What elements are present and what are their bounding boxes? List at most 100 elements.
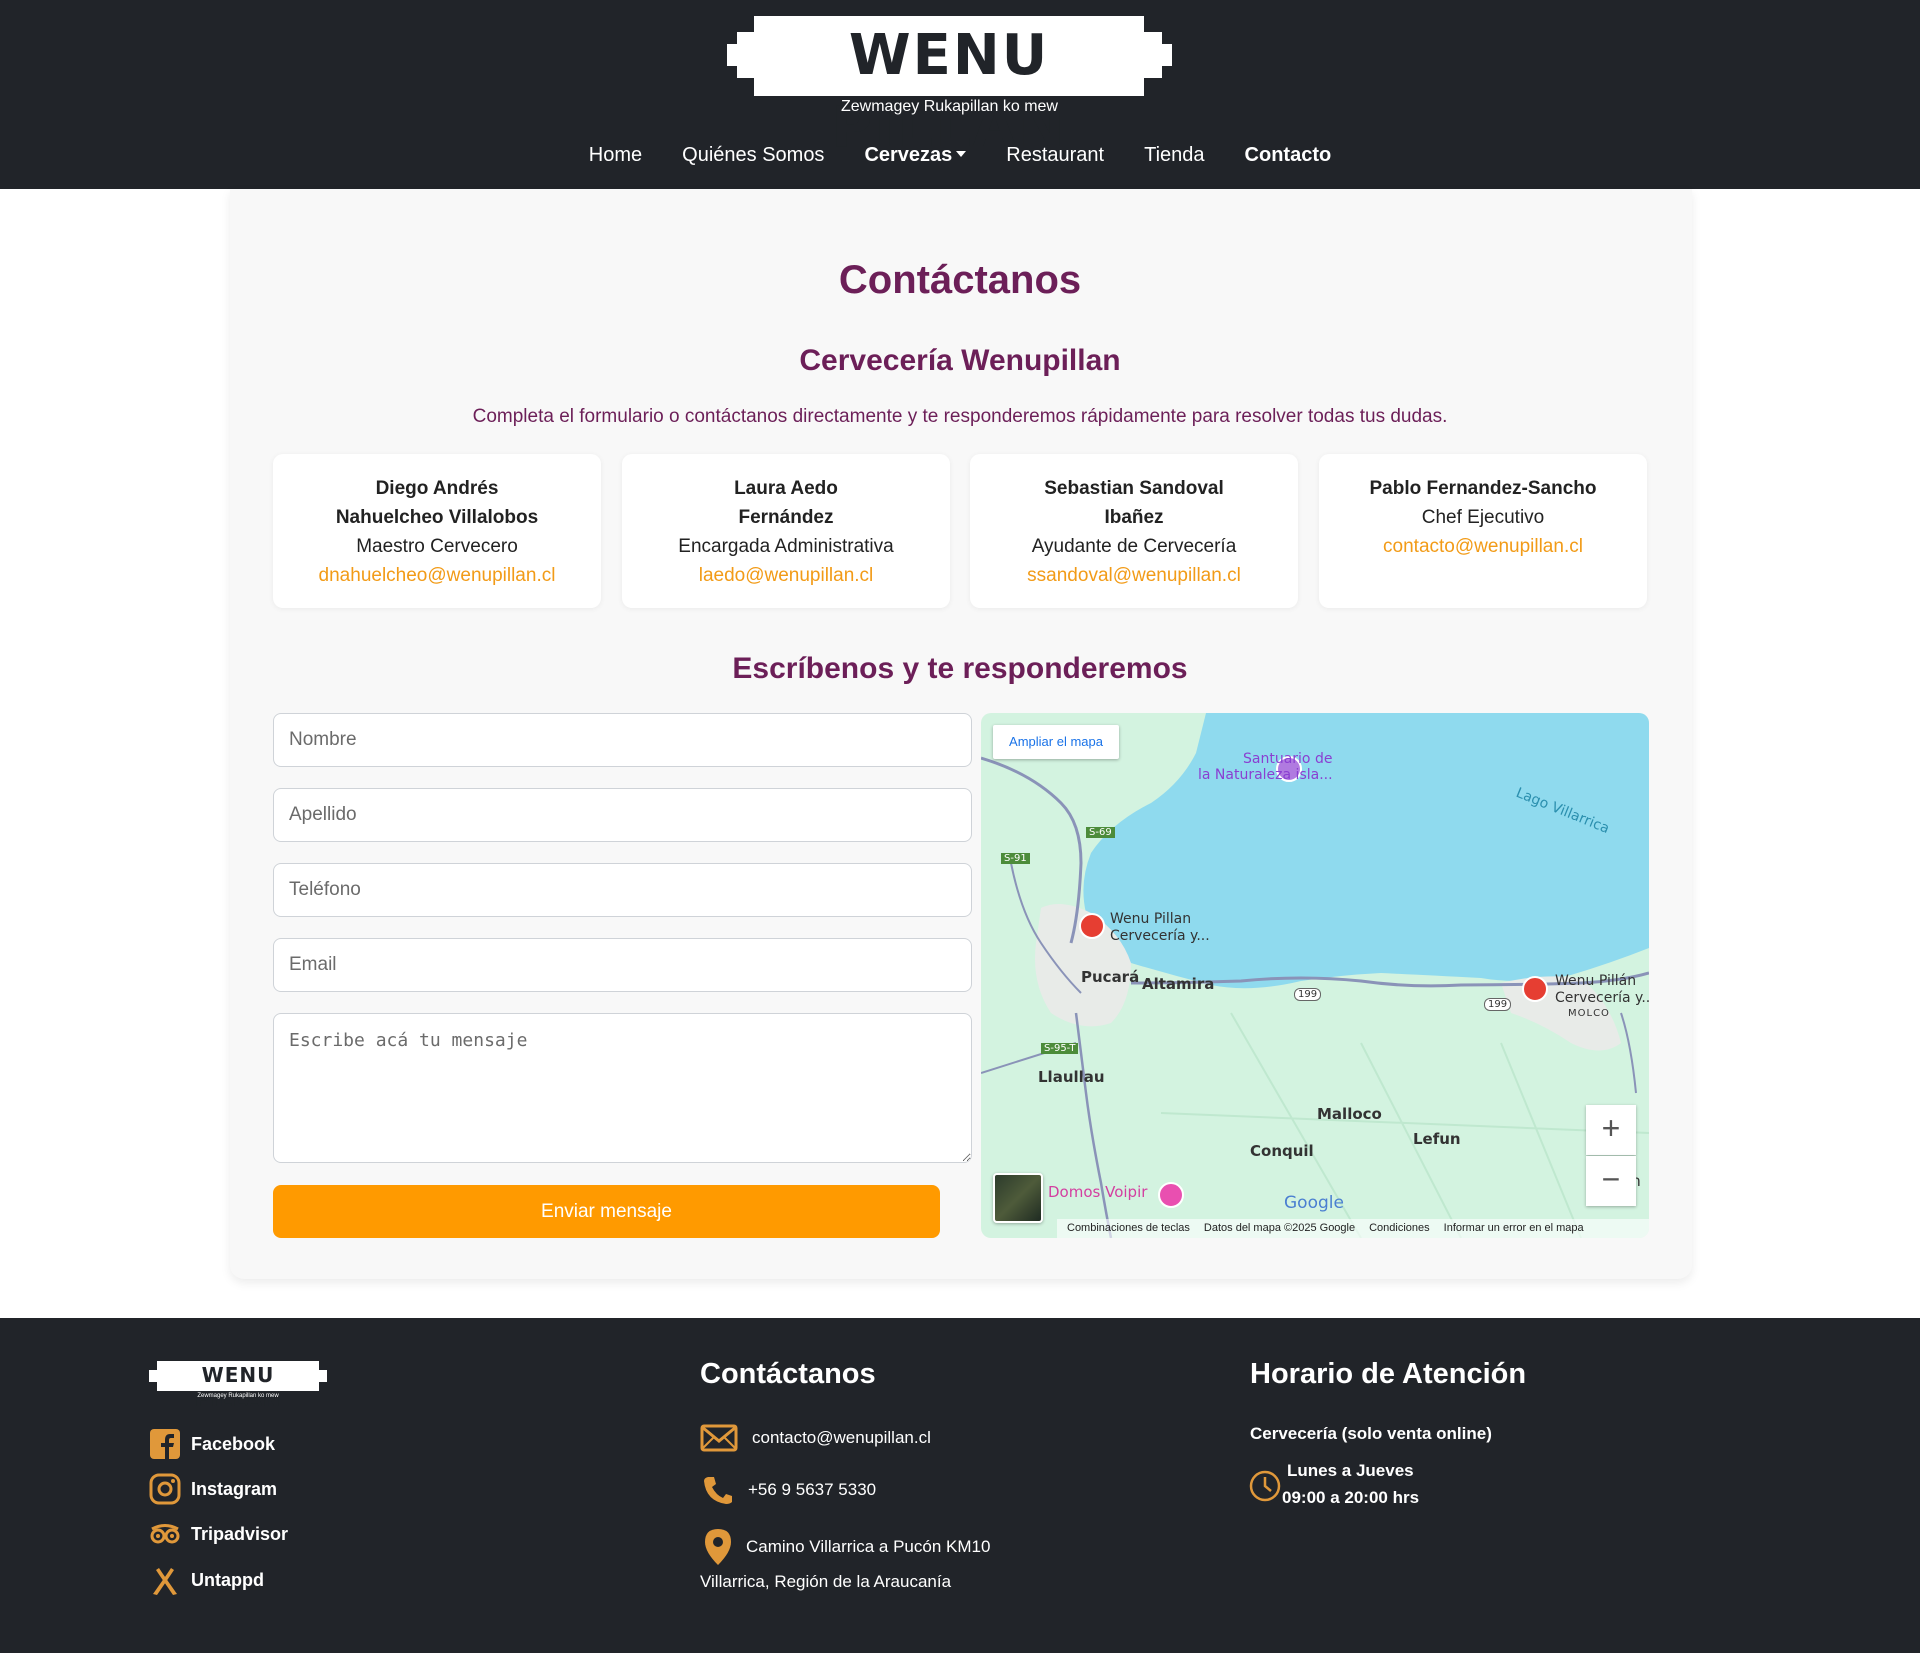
map-label-pucara: Pucará — [1081, 968, 1140, 986]
map-label-llaullau: Llaullau — [1038, 1068, 1105, 1086]
contact-name: Laura Aedo — [734, 478, 838, 499]
map-label-lefun: Lefun — [1413, 1130, 1461, 1148]
social-instagram-label: Instagram — [191, 1478, 278, 1499]
page-subtitle: Cervecería Wenupillan — [799, 344, 1121, 377]
nav-quienes-somos[interactable]: Quiénes Somos — [662, 140, 844, 176]
footer-phone-text: +56 9 5637 5330 — [748, 1480, 877, 1499]
contact-name-2: Ibañez — [1104, 507, 1164, 528]
map-footer-terms[interactable]: Condiciones — [1369, 1219, 1430, 1238]
map-label-conquil: Conquil — [1250, 1142, 1314, 1160]
google-logo: Google — [1284, 1193, 1344, 1213]
road-label: S-69 — [1086, 827, 1115, 838]
apellido-input[interactable] — [273, 788, 972, 842]
footer-email[interactable]: contacto@wenupillan.cl — [700, 1424, 931, 1452]
logo-tagline: Zewmagey Rukapillan ko mew — [841, 98, 1058, 115]
contact-role: Chef Ejecutivo — [1421, 507, 1545, 528]
contact-card: Diego Andrés Nahuelcheo Villalobos Maest… — [273, 454, 601, 608]
route-shield: 199 — [1484, 998, 1512, 1011]
footer-address-line1: Camino Villarrica a Pucón KM10 — [746, 1537, 991, 1556]
main-nav: Home Quiénes Somos Cervezas Restaurant T… — [0, 140, 1920, 176]
social-facebook-label: Facebook — [191, 1433, 276, 1454]
contact-card: Sebastian Sandoval Ibañez Ayudante de Ce… — [970, 454, 1298, 608]
nav-cervezas-label: Cervezas — [864, 144, 953, 166]
social-instagram[interactable]: Instagram — [149, 1473, 277, 1505]
tripadvisor-icon — [150, 1524, 180, 1544]
mensaje-textarea[interactable] — [273, 1013, 972, 1163]
contact-name: Pablo Fernandez-Sancho — [1369, 478, 1597, 499]
social-facebook[interactable]: Facebook — [149, 1428, 275, 1460]
site-footer: WENU PILLAN Zewmagey Rukapillan ko mew F… — [0, 1318, 1920, 1653]
map-label-domos: Domos Voipir — [1048, 1183, 1148, 1201]
map-footer-keys[interactable]: Combinaciones de teclas — [1067, 1219, 1190, 1238]
logo-step-right-2 — [1142, 32, 1162, 78]
site-logo[interactable]: WENU PILLAN Zewmagey Rukapillan ko mew — [727, 14, 1172, 160]
map-label-santuario: Santuario de — [1243, 751, 1333, 767]
bar-pin-icon[interactable] — [1522, 976, 1548, 1002]
map-footer: Combinaciones de teclas Datos del mapa ©… — [1057, 1219, 1649, 1238]
contact-email[interactable]: laedo@wenupillan.cl — [622, 561, 950, 590]
form-title: Escríbenos y te responderemos — [732, 652, 1188, 685]
contact-name: Sebastian Sandoval — [1044, 478, 1224, 499]
map-footer-report[interactable]: Informar un error en el mapa — [1444, 1219, 1584, 1238]
map-label-wenu2: Wenu Pillán — [1555, 973, 1637, 989]
social-untappd[interactable]: Untappd — [149, 1564, 264, 1596]
social-untappd-label: Untappd — [191, 1569, 264, 1590]
nav-tienda[interactable]: Tienda — [1124, 140, 1224, 176]
send-button[interactable]: Enviar mensaje — [273, 1185, 940, 1238]
telefono-input[interactable] — [273, 863, 972, 917]
footer-address: Camino Villarrica a Pucón KM10 — [704, 1528, 990, 1566]
facebook-icon — [150, 1429, 180, 1459]
footer-contact-title: Contáctanos — [700, 1358, 876, 1390]
restaurant-pin-icon[interactable] — [1079, 913, 1105, 939]
caret-down-icon — [956, 151, 967, 158]
route-shield: 199 — [1294, 988, 1322, 1001]
phone-icon — [704, 1477, 732, 1504]
footer-address-line2: Villarrica, Región de la Araucanía — [700, 1572, 952, 1591]
untappd-icon — [153, 1568, 177, 1595]
road-label: S-95-T — [1041, 1043, 1079, 1054]
contact-email[interactable]: dnahuelcheo@wenupillan.cl — [273, 561, 601, 590]
enlarge-map-button[interactable]: Ampliar el mapa — [993, 725, 1119, 759]
contact-name-2: Fernández — [738, 507, 834, 528]
map-label-malloco: Malloco — [1317, 1105, 1382, 1123]
footer-hours-time: 09:00 a 20:00 hrs — [1282, 1488, 1420, 1507]
map-label-santuario-2: la Naturaleza isla... — [1198, 767, 1333, 783]
nombre-input[interactable] — [273, 713, 972, 767]
contact-email[interactable]: ssandoval@wenupillan.cl — [970, 561, 1298, 590]
map-label-molco: MOLCO — [1568, 1008, 1610, 1019]
instagram-icon — [149, 1473, 181, 1505]
footer-logo[interactable]: WENU PILLAN Zewmagey Rukapillan ko mew — [149, 1360, 327, 1411]
footer-logo-text: WENU PILLAN — [195, 1363, 281, 1411]
map-footer-data: Datos del mapa ©2025 Google — [1203, 1222, 1356, 1234]
satellite-toggle[interactable] — [993, 1173, 1043, 1223]
footer-logo-tagline: Zewmagey Rukapillan ko mew — [197, 1393, 279, 1399]
contact-name: Diego Andrés — [375, 478, 499, 499]
contact-email[interactable]: contacto@wenupillan.cl — [1319, 532, 1647, 561]
email-input[interactable] — [273, 938, 972, 992]
zoom-in-button[interactable]: + — [1586, 1105, 1636, 1155]
nav-home[interactable]: Home — [569, 140, 662, 176]
contact-role: Ayudante de Cervecería — [1031, 536, 1237, 557]
social-tripadvisor[interactable]: Tripadvisor — [149, 1518, 288, 1550]
zoom-out-button[interactable]: − — [1586, 1156, 1636, 1206]
nav-restaurant[interactable]: Restaurant — [986, 140, 1124, 176]
contact-role: Maestro Cervecero — [356, 536, 518, 557]
contact-role: Encargada Administrativa — [678, 536, 894, 557]
map-pin-icon — [705, 1529, 731, 1565]
clock-icon — [1249, 1470, 1281, 1502]
logo-text: WENU PILLAN — [831, 23, 1067, 160]
nav-cervezas[interactable]: Cervezas — [844, 140, 986, 176]
map-label-wenu2b: Cervecería y... — [1555, 990, 1649, 1006]
lodging-pin-icon[interactable] — [1158, 1182, 1184, 1208]
map-label-wenu1b: Cervecería y... — [1110, 928, 1210, 944]
footer-phone[interactable]: +56 9 5637 5330 — [702, 1475, 876, 1505]
intro-text: Completa el formulario o contáctanos dir… — [472, 406, 1448, 427]
contact-name-2: Nahuelcheo Villalobos — [335, 507, 539, 528]
map-label-altamira: Altamira — [1142, 975, 1215, 993]
page-title: Contáctanos — [838, 258, 1082, 302]
contact-card: Pablo Fernandez-Sancho Chef Ejecutivo co… — [1319, 454, 1647, 608]
footer-hours-title: Horario de Atención — [1250, 1358, 1527, 1390]
google-map[interactable]: Ampliar el mapa Santuario de la Naturale… — [981, 713, 1649, 1238]
contact-card: Laura Aedo Fernández Encargada Administr… — [622, 454, 950, 608]
nav-contacto[interactable]: Contacto — [1225, 140, 1352, 176]
